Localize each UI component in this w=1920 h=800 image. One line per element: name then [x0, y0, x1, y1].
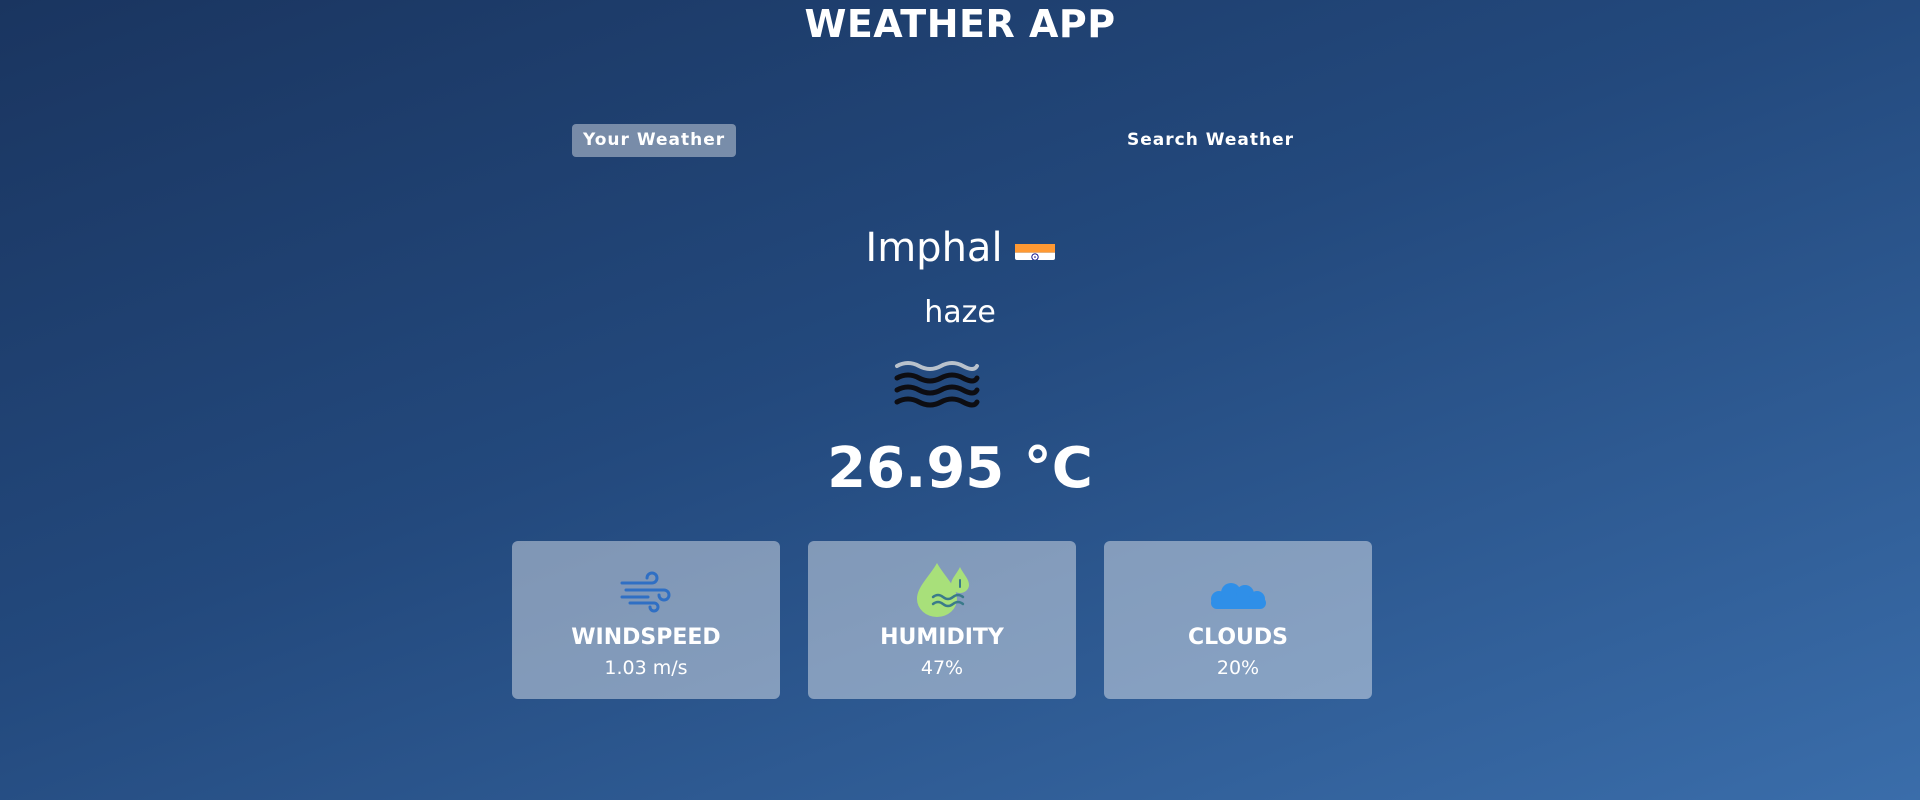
- humidity-icon: [808, 561, 1076, 617]
- tab-search-weather[interactable]: Search Weather: [1116, 124, 1305, 157]
- app-title: WEATHER APP: [804, 2, 1116, 46]
- windspeed-value: 1.03 m/s: [604, 657, 688, 679]
- haze-icon: [893, 358, 981, 410]
- humidity-card: HUMIDITY 47%: [808, 541, 1076, 699]
- cloud-icon: [1104, 561, 1372, 617]
- clouds-label: CLOUDS: [1187, 625, 1289, 650]
- india-flag-icon: [1014, 234, 1055, 260]
- clouds-card: CLOUDS 20%: [1104, 541, 1372, 699]
- humidity-label: HUMIDITY: [880, 625, 1004, 650]
- humidity-value: 47%: [920, 657, 964, 679]
- temperature: 26.95 °C: [827, 436, 1093, 501]
- windspeed-label: WINDSPEED: [571, 625, 721, 650]
- weather-condition: haze: [924, 295, 996, 330]
- city-name: Imphal: [865, 225, 1003, 271]
- tab-your-weather[interactable]: Your Weather: [572, 124, 737, 157]
- wind-icon: [512, 561, 780, 617]
- city-row: Imphal: [0, 225, 1920, 271]
- windspeed-card: WINDSPEED 1.03 m/s: [512, 541, 780, 699]
- clouds-value: 20%: [1216, 657, 1260, 679]
